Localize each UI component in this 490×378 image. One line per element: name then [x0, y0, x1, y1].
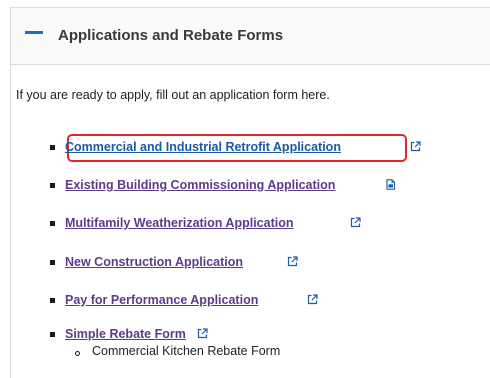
- panel-title: Applications and Rebate Forms: [58, 27, 284, 44]
- bullet-icon: [50, 260, 55, 265]
- external-link-icon[interactable]: [307, 294, 318, 305]
- accordion-panel: Applications and Rebate Forms: [10, 7, 490, 378]
- link-existing-building-commissioning[interactable]: Existing Building Commissioning Applicat…: [65, 178, 335, 192]
- accordion-header[interactable]: Applications and Rebate Forms: [11, 8, 490, 65]
- external-link-icon[interactable]: [350, 217, 361, 228]
- bullet-icon: [50, 221, 55, 226]
- link-pay-for-performance[interactable]: Pay for Performance Application: [65, 293, 258, 307]
- link-commercial-industrial-retrofit[interactable]: Commercial and Industrial Retrofit Appli…: [65, 140, 341, 154]
- minus-icon[interactable]: [25, 31, 43, 34]
- circle-bullet-icon: [75, 351, 80, 356]
- bullet-icon: [50, 183, 55, 188]
- link-multifamily-weatherization[interactable]: Multifamily Weatherization Application: [65, 216, 294, 230]
- external-link-icon[interactable]: [287, 256, 298, 267]
- sub-item-commercial-kitchen: Commercial Kitchen Rebate Form: [92, 344, 281, 358]
- bullet-icon: [50, 298, 55, 303]
- link-new-construction[interactable]: New Construction Application: [65, 255, 243, 269]
- link-simple-rebate-form[interactable]: Simple Rebate Form: [65, 327, 186, 341]
- external-link-icon[interactable]: [410, 141, 421, 152]
- bullet-icon: [50, 332, 55, 337]
- document-icon[interactable]: [385, 179, 396, 190]
- bullet-icon: [50, 145, 55, 150]
- intro-text: If you are ready to apply, fill out an a…: [16, 88, 330, 102]
- external-link-icon[interactable]: [197, 328, 208, 339]
